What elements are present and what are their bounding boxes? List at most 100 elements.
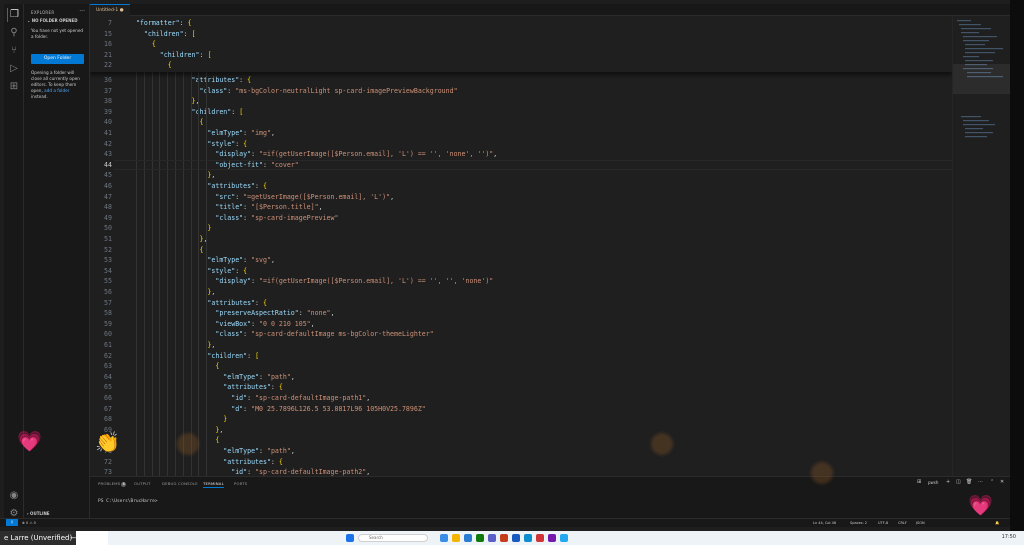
add-terminal-icon[interactable]: + [946,479,950,485]
code-editor[interactable]: 7 "formatter": {15 "children": [16 {21 "… [90,16,952,476]
powerpoint-icon[interactable] [500,534,508,542]
code-line[interactable]: 62 "children": [ [90,351,952,362]
code-line[interactable]: 55 "display": "=if(getUserImage([$Person… [90,276,952,287]
code-text: "class": "ms-bgColor-neutralLight sp-car… [199,86,458,95]
language-mode[interactable]: JSON [916,521,925,525]
code-line[interactable]: 67 "d": "M0 25.7896L126.5 53.8817L96 105… [90,404,952,415]
code-text: { [199,118,204,127]
search-icon[interactable]: ⚲ [7,26,21,40]
outline-section[interactable]: › OUTLINE [27,511,50,516]
no-folder-section[interactable]: ⌄ NO FOLDER OPENED [27,18,78,23]
code-line[interactable]: 50 } [90,223,952,234]
app-icon[interactable] [536,534,544,542]
code-line[interactable]: 39 "children": [ [90,107,952,118]
more-actions-icon[interactable]: ··· [978,479,983,485]
code-line[interactable]: 51 }, [90,234,952,245]
remote-icon[interactable]: ⟩⟨ [6,519,18,526]
line-number: 41 [104,129,112,137]
encoding[interactable]: UTF-8 [878,521,888,525]
code-line[interactable]: 52 { [90,245,952,256]
task-view-icon[interactable] [440,534,448,542]
code-line[interactable]: 38 }, [90,96,952,107]
editor-tabs: Untitled-1 ● [90,4,1010,16]
sticky-line[interactable]: 21 "children": [ [90,50,952,61]
terminal-prompt[interactable]: PS C:\Users\BrucHarre> [98,499,158,504]
code-line[interactable]: 45 }, [90,170,952,181]
code-line[interactable]: 53 "elmType": "svg", [90,255,952,266]
line-ending[interactable]: CRLF [898,521,907,525]
code-line[interactable]: 43 "display": "=if(getUserImage([$Person… [90,149,952,160]
explorer-icon[interactable]: ❐ [7,8,21,22]
code-line[interactable]: 63 { [90,361,952,372]
code-line[interactable]: 61 }, [90,340,952,351]
tab-problems[interactable]: PROBLEMS 6 [98,481,127,487]
errors-icon[interactable]: ⊗ 0 ⚠ 0 [22,521,36,525]
indentation[interactable]: Spaces: 2 [850,521,867,525]
code-line[interactable]: 46 "attributes": { [90,181,952,192]
code-line[interactable]: 70 { [90,435,952,446]
minimap[interactable] [952,16,1011,476]
sticky-line[interactable]: 22 { [90,60,952,71]
code-line[interactable]: 49 "class": "sp-card-imagePreview" [90,213,952,224]
code-line[interactable]: 47 "src": "=getUserImage([$Person.email]… [90,192,952,203]
minus-icon[interactable]: — [70,533,78,542]
excel-icon[interactable] [476,534,484,542]
code-line[interactable]: 71 "elmType": "path", [90,446,952,457]
tab-ports[interactable]: PORTS [234,481,247,486]
code-line[interactable]: 65 "attributes": { [90,382,952,393]
tab-untitled-1[interactable]: Untitled-1 ● [90,4,130,16]
sticky-line[interactable]: 7 "formatter": { [90,18,952,29]
meeting-controls[interactable]: — + [70,531,92,545]
more-actions-icon[interactable]: ··· [79,8,85,15]
sticky-line[interactable]: 16 { [90,39,952,50]
outlook-icon[interactable] [464,534,472,542]
code-line[interactable]: 57 "attributes": { [90,298,952,309]
tab-terminal[interactable]: TERMINAL [203,481,224,488]
code-line[interactable]: 58 "preserveAspectRatio": "none", [90,308,952,319]
file-explorer-icon[interactable] [452,534,460,542]
indent-guide [190,72,192,476]
cursor-position[interactable]: Ln 44, Col 46 [813,521,836,525]
code-line[interactable]: 41 "elmType": "img", [90,128,952,139]
split-terminal-icon[interactable]: ◫ [956,479,961,485]
edge-icon[interactable] [524,534,532,542]
start-icon[interactable] [346,534,354,542]
line-number: 65 [104,383,112,392]
code-line[interactable]: 40 { [90,117,952,128]
new-terminal-icon[interactable]: ⊞ [917,479,921,485]
account-icon[interactable]: ◉ [7,489,21,503]
onenote-icon[interactable] [548,534,556,542]
taskbar-search[interactable]: Search [358,534,428,542]
code-text: "elmType": "path", [223,447,295,455]
trash-icon[interactable]: 🗑 [966,479,972,485]
extensions-icon[interactable]: ⊞ [7,80,21,94]
code-line[interactable]: 68 } [90,414,952,425]
code-line[interactable]: 56 }, [90,287,952,298]
terminal-shell-label[interactable]: pwsh [928,480,938,485]
code-line[interactable]: 64 "elmType": "path", [90,372,952,383]
run-debug-icon[interactable]: ▷ [7,62,21,76]
plus-icon[interactable]: + [86,533,93,542]
bell-icon[interactable]: 🔔 [995,521,999,525]
code-line[interactable]: 37 "class": "ms-bgColor-neutralLight sp-… [90,86,952,97]
code-line[interactable]: 66 "id": "sp-card-defaultImage-path1", [90,393,952,404]
sticky-line[interactable]: 15 "children": [ [90,29,952,40]
teams-icon[interactable] [488,534,496,542]
tab-debug-console[interactable]: DEBUG CONSOLE [162,481,198,486]
code-line[interactable]: 59 "viewBox": "0 0 210 105", [90,319,952,330]
code-line[interactable]: 69 }, [90,425,952,436]
code-line[interactable]: 54 "style": { [90,266,952,277]
tab-output[interactable]: OUTPUT [134,481,151,486]
close-icon[interactable]: ✕ [1000,479,1004,485]
vscode-icon[interactable] [560,534,568,542]
word-icon[interactable] [512,534,520,542]
code-line[interactable]: 48 "title": "[$Person.title]", [90,202,952,213]
maximize-panel-icon[interactable]: ⌃ [990,479,994,485]
open-folder-button[interactable]: Open Folder [31,54,84,64]
code-line[interactable]: 42 "style": { [90,139,952,150]
code-line[interactable]: 60 "class": "sp-card-defaultImage ms-bgC… [90,329,952,340]
add-folder-link[interactable]: add a folder [44,88,69,93]
source-control-icon[interactable]: ⑂ [7,44,21,58]
line-number: 50 [104,224,112,233]
code-line[interactable]: 36 "attributes": { [90,75,952,86]
